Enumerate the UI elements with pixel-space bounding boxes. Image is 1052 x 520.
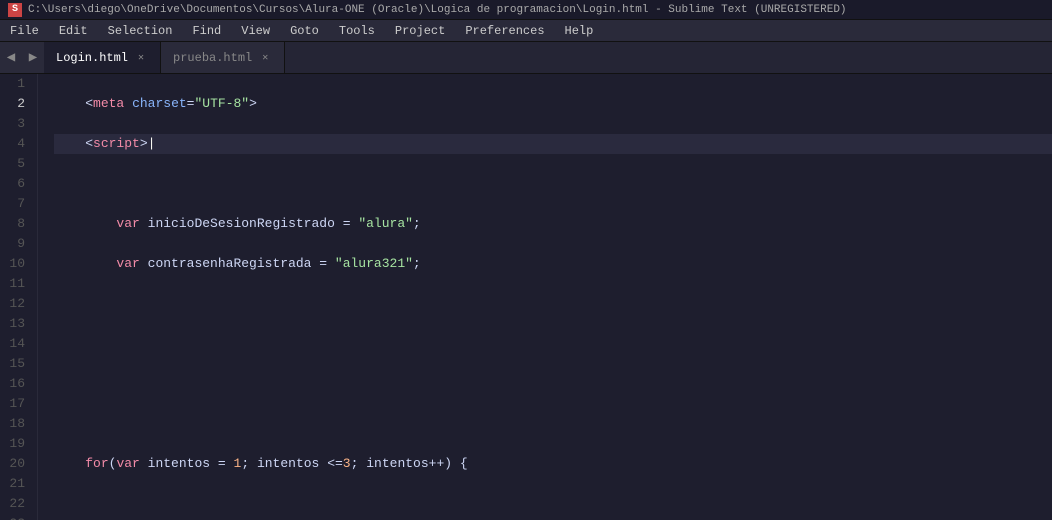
line-num-13: 13 <box>8 314 25 334</box>
line-num-9: 9 <box>8 234 25 254</box>
title-bar: S C:\Users\diego\OneDrive\Documentos\Cur… <box>0 0 1052 20</box>
line-num-5: 5 <box>8 154 25 174</box>
menu-bar: File Edit Selection Find View Goto Tools… <box>0 20 1052 42</box>
menu-selection[interactable]: Selection <box>98 20 183 41</box>
code-line-10: for(var intentos = 1; intentos <=3; inte… <box>54 454 1052 474</box>
menu-goto[interactable]: Goto <box>280 20 329 41</box>
code-area: 1 2 3 4 5 6 7 8 9 10 11 12 13 14 15 16 1… <box>0 74 1052 520</box>
line-num-17: 17 <box>8 394 25 414</box>
code-line-11 <box>54 494 1052 514</box>
menu-project[interactable]: Project <box>385 20 455 41</box>
line-num-19: 19 <box>8 434 25 454</box>
tab-prueba-html[interactable]: prueba.html ✕ <box>161 42 285 73</box>
menu-edit[interactable]: Edit <box>49 20 98 41</box>
line-num-6: 6 <box>8 174 25 194</box>
app-icon: S <box>8 3 22 17</box>
line-numbers: 1 2 3 4 5 6 7 8 9 10 11 12 13 14 15 16 1… <box>0 74 38 520</box>
line-num-14: 14 <box>8 334 25 354</box>
line-num-11: 11 <box>8 274 25 294</box>
menu-help[interactable]: Help <box>555 20 604 41</box>
line-num-8: 8 <box>8 214 25 234</box>
line-num-2: 2 <box>8 94 25 114</box>
code-line-4: var inicioDeSesionRegistrado = "alura"; <box>54 214 1052 234</box>
title-text: C:\Users\diego\OneDrive\Documentos\Curso… <box>28 4 847 16</box>
line-num-18: 18 <box>8 414 25 434</box>
tab-login-html[interactable]: Login.html ✕ <box>44 42 161 73</box>
tab-prueba-html-close[interactable]: ✕ <box>258 51 272 65</box>
line-num-23: 23 <box>8 514 25 520</box>
line-num-7: 7 <box>8 194 25 214</box>
code-line-6 <box>54 294 1052 314</box>
line-num-20: 20 <box>8 454 25 474</box>
menu-view[interactable]: View <box>231 20 280 41</box>
code-line-5: var contrasenhaRegistrada = "alura321"; <box>54 254 1052 274</box>
line-num-1: 1 <box>8 74 25 94</box>
tab-nav-next[interactable]: ▶ <box>22 42 44 73</box>
menu-file[interactable]: File <box>0 20 49 41</box>
tab-login-html-close[interactable]: ✕ <box>134 51 148 65</box>
line-num-16: 16 <box>8 374 25 394</box>
tab-nav-prev[interactable]: ◀ <box>0 42 22 73</box>
code-line-8 <box>54 374 1052 394</box>
tab-prueba-html-label: prueba.html <box>173 51 252 65</box>
menu-tools[interactable]: Tools <box>329 20 385 41</box>
line-num-21: 21 <box>8 474 25 494</box>
code-line-2: <script>| <box>54 134 1052 154</box>
line-num-4: 4 <box>8 134 25 154</box>
line-num-15: 15 <box>8 354 25 374</box>
code-editor[interactable]: <meta charset="UTF-8"> <script>| var ini… <box>38 74 1052 520</box>
line-num-10: 10 <box>8 254 25 274</box>
code-line-3 <box>54 174 1052 194</box>
menu-find[interactable]: Find <box>182 20 231 41</box>
tab-login-html-label: Login.html <box>56 51 128 65</box>
line-num-12: 12 <box>8 294 25 314</box>
code-line-9 <box>54 414 1052 434</box>
code-line-7 <box>54 334 1052 354</box>
line-num-3: 3 <box>8 114 25 134</box>
tab-bar: ◀ ▶ Login.html ✕ prueba.html ✕ <box>0 42 1052 74</box>
menu-preferences[interactable]: Preferences <box>455 20 554 41</box>
line-num-22: 22 <box>8 494 25 514</box>
code-line-1: <meta charset="UTF-8"> <box>54 94 1052 114</box>
